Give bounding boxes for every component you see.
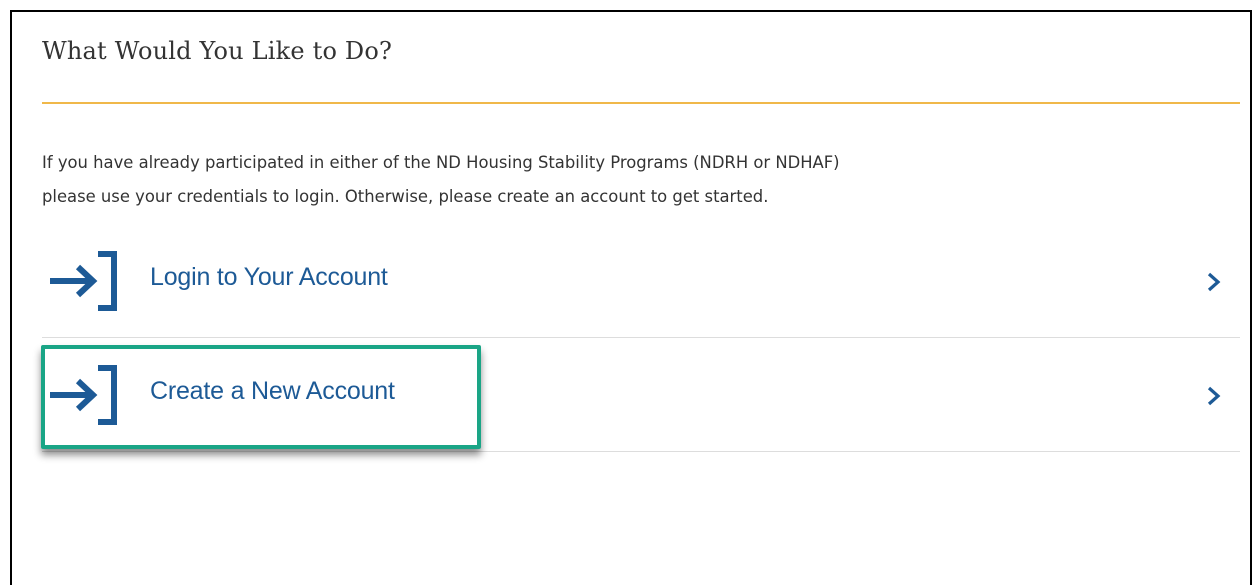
page-title: What Would You Like to Do? — [42, 37, 393, 65]
choose-action-card: What Would You Like to Do? If you have a… — [10, 10, 1252, 585]
intro-text: If you have already participated in eith… — [42, 146, 1202, 214]
chevron-right-icon[interactable] — [1206, 271, 1222, 293]
login-arrow-icon — [50, 365, 117, 425]
title-divider — [42, 102, 1240, 104]
chevron-right-icon[interactable] — [1206, 385, 1222, 407]
intro-line-1: If you have already participated in eith… — [42, 153, 840, 172]
create-account-label[interactable]: Create a New Account — [150, 377, 395, 406]
login-account-label[interactable]: Login to Your Account — [150, 263, 388, 292]
login-account-row[interactable]: Login to Your Account — [42, 223, 1240, 338]
login-arrow-icon — [50, 251, 117, 311]
intro-line-2: please use your credentials to login. Ot… — [42, 187, 769, 206]
create-account-row[interactable]: Create a New Account — [42, 337, 1240, 452]
